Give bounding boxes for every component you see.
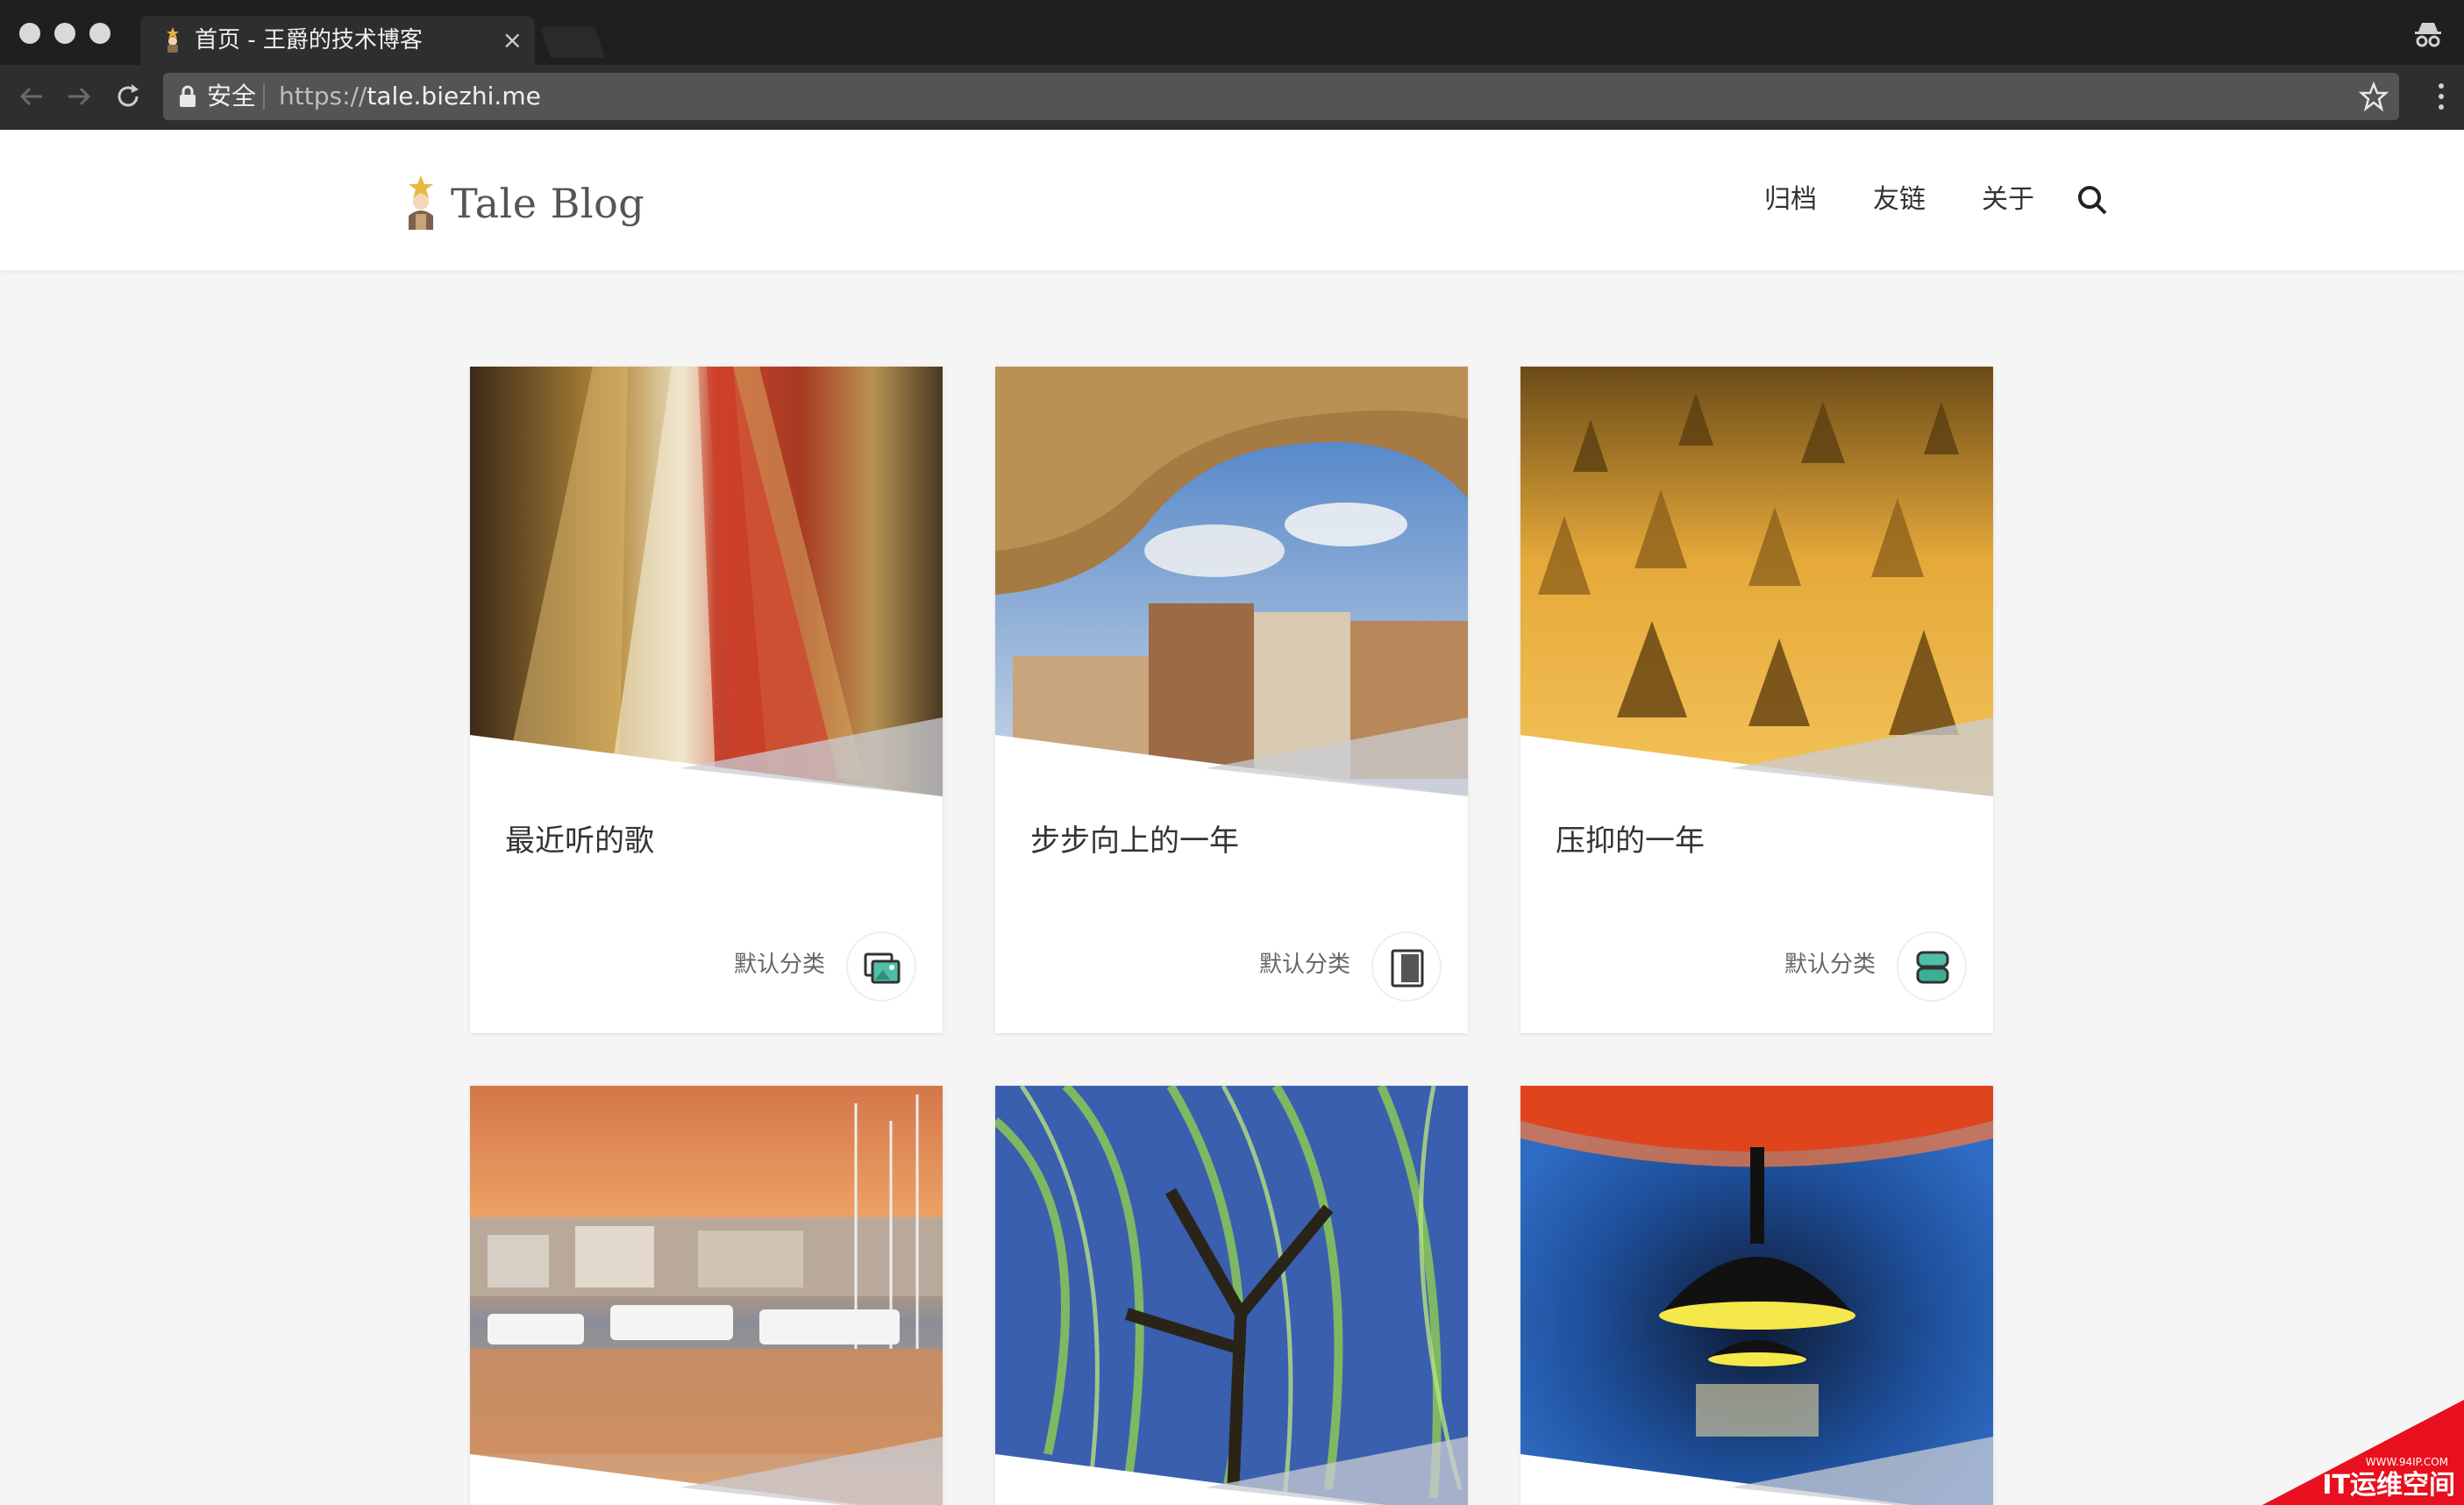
post-title[interactable]: 压抑的一年 bbox=[1556, 821, 1705, 861]
url-host: tale.biezhi.me bbox=[367, 82, 541, 111]
post-title[interactable]: 最近听的歌 bbox=[505, 821, 654, 861]
bookmark-star-icon[interactable] bbox=[2359, 82, 2389, 111]
post-card[interactable]: 最近听的歌 默认分类 bbox=[470, 367, 943, 1033]
post-card[interactable] bbox=[1520, 1086, 1993, 1505]
url-scheme: https:// bbox=[279, 82, 367, 111]
watermark-badge: WWW.94IP.COM IT运维空间 bbox=[2262, 1400, 2464, 1505]
post-cover-image[interactable] bbox=[995, 367, 1468, 796]
category-badge[interactable] bbox=[1897, 931, 1967, 1002]
site-header: Tale Blog 归档 友链 关于 bbox=[0, 130, 2464, 270]
gallery-icon bbox=[864, 952, 901, 984]
lock-icon bbox=[180, 85, 196, 107]
nav-about-link[interactable]: 关于 bbox=[1982, 181, 2034, 219]
tale-favicon-icon bbox=[167, 27, 179, 53]
secure-label: 安全 bbox=[207, 82, 257, 111]
book-icon bbox=[1391, 949, 1424, 988]
url-text[interactable]: https://tale.biezhi.me bbox=[279, 80, 541, 113]
post-card[interactable] bbox=[995, 1086, 1468, 1505]
category-badge[interactable] bbox=[1371, 931, 1442, 1002]
reload-icon[interactable] bbox=[112, 81, 144, 112]
tab-title: 首页 - 王爵的技术博客 bbox=[195, 27, 423, 53]
tale-logo-icon bbox=[409, 175, 433, 230]
address-bar[interactable]: 安全 https://tale.biezhi.me bbox=[163, 73, 2399, 120]
category-badge[interactable] bbox=[846, 931, 916, 1002]
watermark-text: IT运维空间 bbox=[2322, 1470, 2455, 1501]
post-cover-image[interactable] bbox=[1520, 367, 1993, 796]
browser-menu-icon[interactable] bbox=[2436, 81, 2446, 112]
window-maximize-button[interactable] bbox=[89, 23, 110, 44]
post-cover-image[interactable] bbox=[470, 367, 943, 796]
logo-text: Tale Blog bbox=[451, 180, 645, 227]
address-divider bbox=[263, 83, 265, 110]
incognito-icon bbox=[2415, 23, 2441, 47]
watermark-url: WWW.94IP.COM bbox=[2365, 1456, 2448, 1468]
post-cover-image[interactable] bbox=[995, 1086, 1468, 1505]
chat-icon bbox=[1916, 951, 1949, 984]
post-cover-image[interactable] bbox=[1520, 1086, 1993, 1505]
post-category[interactable]: 默认分类 bbox=[1259, 949, 1350, 981]
post-cover-image[interactable] bbox=[470, 1086, 943, 1505]
post-category[interactable]: 默认分类 bbox=[1784, 949, 1876, 981]
nav-links-link[interactable]: 友链 bbox=[1873, 181, 1926, 219]
search-icon[interactable] bbox=[2076, 184, 2108, 216]
window-minimize-button[interactable] bbox=[54, 23, 75, 44]
post-title[interactable]: 步步向上的一年 bbox=[1030, 821, 1239, 861]
post-card[interactable] bbox=[470, 1086, 943, 1505]
post-card[interactable]: 压抑的一年 默认分类 bbox=[1520, 367, 1993, 1033]
browser-tab-active[interactable]: 首页 - 王爵的技术博客 × bbox=[140, 16, 535, 65]
nav-archive-link[interactable]: 归档 bbox=[1764, 181, 1817, 219]
tab-close-icon[interactable]: × bbox=[502, 25, 523, 56]
browser-titlebar: 首页 - 王爵的技术博客 × bbox=[0, 0, 2464, 65]
back-arrow-icon[interactable] bbox=[16, 81, 47, 112]
window-close-button[interactable] bbox=[19, 23, 40, 44]
forward-arrow-icon[interactable] bbox=[63, 81, 95, 112]
post-category[interactable]: 默认分类 bbox=[734, 949, 825, 981]
browser-toolbar: 安全 https://tale.biezhi.me bbox=[0, 65, 2464, 130]
new-tab-button[interactable] bbox=[540, 26, 605, 58]
post-card[interactable]: 步步向上的一年 默认分类 bbox=[995, 367, 1468, 1033]
